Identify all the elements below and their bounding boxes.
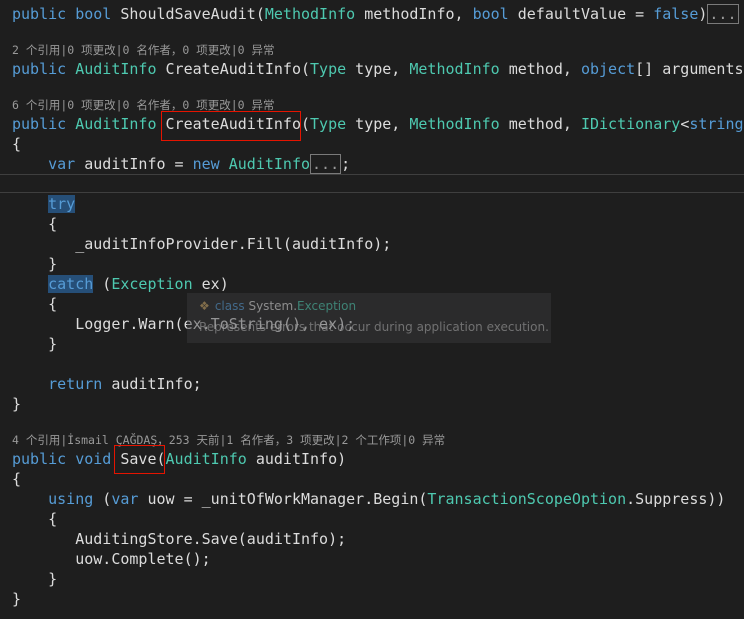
code-line-return[interactable]: return auditInfo; — [12, 374, 202, 394]
separator-line — [0, 174, 744, 175]
code-line-complete[interactable]: uow.Complete(); — [12, 549, 211, 569]
type-name: AuditInfo — [75, 115, 157, 133]
code-text: } — [48, 335, 58, 353]
code-text: ( — [301, 115, 311, 133]
keyword-highlighted: catch — [48, 275, 94, 293]
keyword: return — [48, 375, 103, 393]
quickinfo-tooltip: ❖ class System.Exception Represents erro… — [187, 293, 551, 343]
code-brace: { — [12, 294, 57, 314]
code-brace: } — [12, 254, 57, 274]
code-text: method, — [499, 115, 581, 133]
type-name: AuditInfo — [228, 155, 311, 173]
code-text: { — [48, 295, 58, 313]
code-text: auditInfo) — [246, 450, 347, 468]
code-brace: } — [12, 395, 22, 413]
code-text: ex) — [192, 275, 229, 293]
code-line-store-save[interactable]: AuditingStore.Save(auditInfo); — [12, 529, 346, 549]
type-name: Type — [310, 60, 347, 78]
code-brace: { — [12, 509, 57, 529]
keyword: var — [111, 490, 139, 508]
codelens-3[interactable]: 4 个引用|İsmail ÇAĞDAŞ，253 天前|1 名作者，3 项更改|2… — [12, 432, 445, 448]
tooltip-kind: class — [214, 299, 245, 313]
code-text: } — [48, 570, 58, 588]
keyword-highlighted: try — [48, 195, 76, 213]
code-text: } — [48, 255, 58, 273]
type-name: MethodInfo — [264, 5, 356, 23]
keyword: using — [48, 490, 94, 508]
keyword: public — [12, 5, 67, 23]
method-name: ShouldSaveAudit( — [120, 5, 265, 23]
code-line-should-save-audit[interactable]: public bool ShouldSaveAudit(MethodInfo m… — [12, 4, 739, 24]
code-text: method, — [499, 60, 581, 78]
keyword: var — [48, 155, 76, 173]
code-line-create-audit-info-1[interactable]: public AuditInfo CreateAuditInfo(Type ty… — [12, 59, 744, 79]
code-text: ; — [341, 155, 351, 173]
code-brace: } — [12, 590, 22, 608]
keyword: public — [12, 115, 67, 133]
keyword: void — [75, 450, 112, 468]
method-name: CreateAuditInfo( — [165, 60, 311, 78]
type-name: AuditInfo — [165, 450, 247, 468]
code-brace: } — [12, 569, 57, 589]
class-icon: ❖ — [199, 299, 210, 313]
code-text: type, — [346, 115, 410, 133]
separator-line — [0, 192, 744, 193]
code-text: { — [48, 215, 58, 233]
collapsed-region-button[interactable]: ... — [310, 154, 342, 174]
keyword: public — [12, 450, 67, 468]
keyword: new — [192, 155, 220, 173]
code-text: AuditingStore.Save(auditInfo); — [75, 530, 347, 548]
code-line-fill[interactable]: _auditInfoProvider.Fill(auditInfo); — [12, 234, 391, 254]
keyword: string — [689, 115, 744, 133]
code-text: type, — [346, 60, 410, 78]
code-text: .Suppress)) — [626, 490, 726, 508]
code-text: < — [680, 115, 690, 133]
keyword: public — [12, 60, 67, 78]
tooltip-signature: ❖ class System.Exception — [199, 299, 356, 313]
type-name: IDictionary — [580, 115, 681, 133]
code-text: _auditInfoProvider.Fill(auditInfo); — [75, 235, 392, 253]
type-name: Type — [310, 115, 347, 133]
tooltip-namespace: System. — [248, 299, 298, 313]
code-text: ( — [93, 275, 112, 293]
keyword: false — [653, 5, 699, 23]
code-text: auditInfo; — [102, 375, 202, 393]
red-highlight-box — [161, 111, 301, 141]
code-text: uow = _unitOfWorkManager.Begin( — [138, 490, 428, 508]
code-brace: { — [12, 135, 22, 153]
tooltip-classname: Exception — [297, 299, 357, 313]
tooltip-description: Represents errors that occur during appl… — [199, 320, 549, 334]
collapsed-region-button[interactable]: ... — [707, 4, 739, 24]
code-line-try[interactable]: try — [12, 194, 76, 214]
code-brace: { — [12, 470, 22, 488]
code-text: auditInfo = — [75, 155, 193, 173]
type-name: Exception — [111, 275, 193, 293]
codelens-1[interactable]: 2 个引用|0 项更改|0 名作者，0 项更改|0 异常 — [12, 42, 275, 58]
code-line-var-audit-info[interactable]: var auditInfo = new AuditInfo...; — [12, 154, 350, 174]
keyword: bool — [472, 5, 509, 23]
type-name: TransactionScopeOption — [427, 490, 627, 508]
type-name: AuditInfo — [75, 60, 157, 78]
code-text: defaultValue = — [508, 5, 654, 23]
type-name: MethodInfo — [409, 115, 500, 133]
keyword: bool — [75, 5, 112, 23]
code-text: ( — [93, 490, 112, 508]
code-line-create-audit-info-2[interactable]: public AuditInfo CreateAuditInfo(Type ty… — [12, 114, 744, 134]
code-line-save[interactable]: public void Save(AuditInfo auditInfo) — [12, 449, 346, 469]
code-text: uow.Complete(); — [75, 550, 211, 568]
red-highlight-box — [114, 445, 165, 474]
code-brace: { — [12, 214, 57, 234]
code-text: { — [48, 510, 58, 528]
type-name: MethodInfo — [409, 60, 500, 78]
code-line-using[interactable]: using (var uow = _unitOfWorkManager.Begi… — [12, 489, 725, 509]
code-brace: } — [12, 334, 57, 354]
code-text: [] arguments) — [635, 60, 744, 78]
code-text: methodInfo, — [355, 5, 473, 23]
code-line-catch[interactable]: catch (Exception ex) — [12, 274, 229, 294]
keyword: object — [580, 60, 636, 78]
